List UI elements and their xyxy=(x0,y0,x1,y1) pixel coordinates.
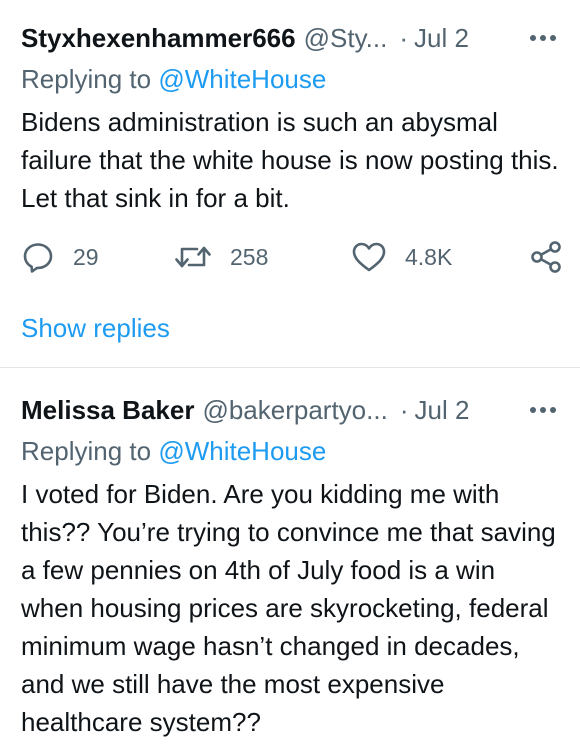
replying-to-line: Replying to @WhiteHouse xyxy=(21,436,326,467)
show-replies-link[interactable]: Show replies xyxy=(21,313,170,344)
separator-dot: · xyxy=(399,22,408,53)
author-handle[interactable]: @Sty... xyxy=(304,23,388,54)
tweet-header: Styxhexenhammer666 @Sty... · Jul 2 xyxy=(21,21,558,55)
heart-icon xyxy=(352,242,386,272)
replying-to-mention[interactable]: @WhiteHouse xyxy=(158,64,326,94)
replying-to-label: Replying to xyxy=(21,64,152,94)
divider xyxy=(0,367,580,368)
reply-icon xyxy=(23,243,53,273)
share-icon xyxy=(531,241,561,273)
reply-count: 29 xyxy=(73,243,99,270)
share-button[interactable] xyxy=(529,237,563,277)
tweet-header: Melissa Baker @bakerpartyo... · Jul 2 xyxy=(21,393,558,427)
tweet-date[interactable]: Jul 2 xyxy=(414,23,469,54)
retweet-count: 258 xyxy=(230,243,269,270)
replying-to-line: Replying to @WhiteHouse xyxy=(21,64,326,95)
reply-button[interactable]: 29 xyxy=(21,237,99,277)
more-icon[interactable] xyxy=(528,401,558,419)
more-icon[interactable] xyxy=(528,29,558,47)
tweet-reply-melissa-baker[interactable]: Melissa Baker @bakerpartyo... · Jul 2 Re… xyxy=(0,369,580,750)
tweet-actions: 29 258 4.8K xyxy=(21,237,563,277)
author-name[interactable]: Melissa Baker xyxy=(21,395,194,426)
author-name[interactable]: Styxhexenhammer666 xyxy=(21,23,296,54)
tweet-reply-styxhexenhammer[interactable]: Styxhexenhammer666 @Sty... · Jul 2 Reply… xyxy=(0,0,580,368)
replying-to-mention[interactable]: @WhiteHouse xyxy=(158,436,326,466)
retweet-button[interactable]: 258 xyxy=(174,237,268,277)
author-handle[interactable]: @bakerpartyo... xyxy=(202,395,387,426)
replying-to-label: Replying to xyxy=(21,436,152,466)
like-count: 4.8K xyxy=(405,243,453,270)
tweet-date[interactable]: Jul 2 xyxy=(415,395,470,426)
retweet-icon xyxy=(175,246,211,268)
tweet-text: Bidens administration is such an abysmal… xyxy=(21,107,559,213)
separator-dot: · xyxy=(399,394,409,425)
tweet-text: I voted for Biden. Are you kidding me wi… xyxy=(21,479,556,737)
like-button[interactable]: 4.8K xyxy=(351,237,452,277)
